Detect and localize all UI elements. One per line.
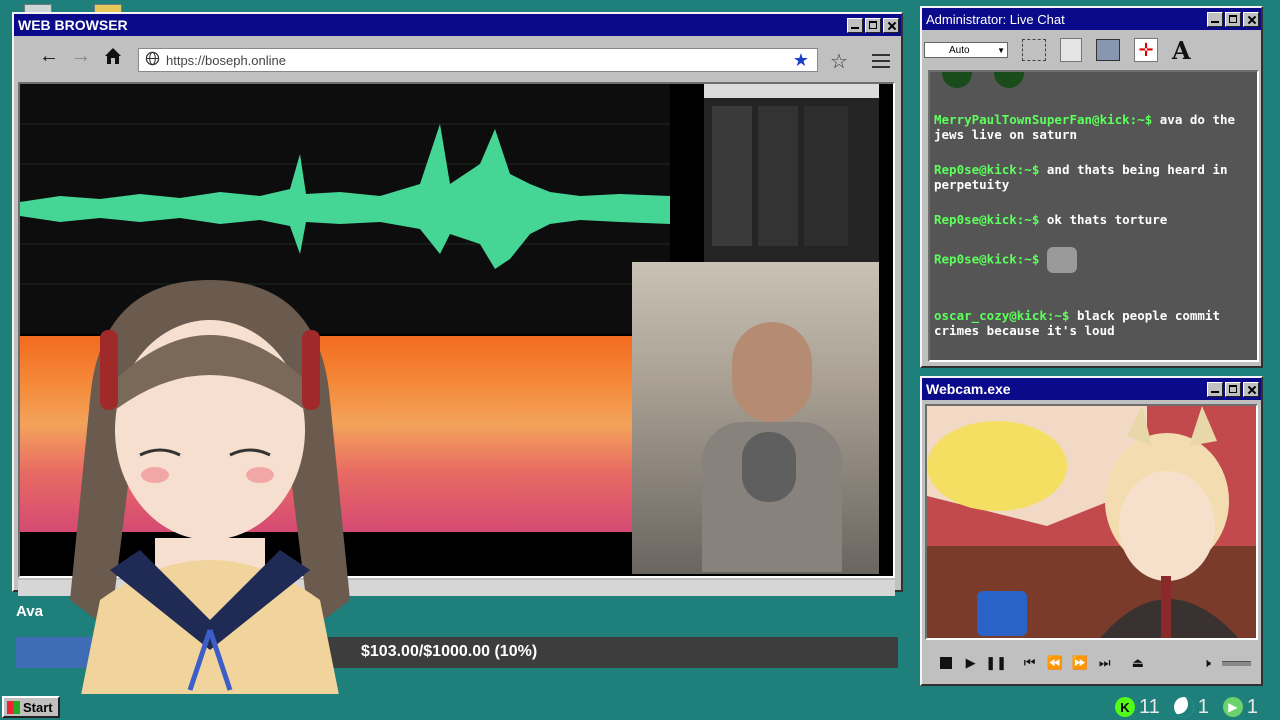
address-bar[interactable]: https://boseph.online ★	[138, 48, 818, 72]
home-icon[interactable]	[100, 44, 126, 68]
close-button[interactable]	[1243, 381, 1259, 397]
chat-titlebar[interactable]: Administrator: Live Chat	[922, 8, 1261, 30]
globe-icon	[145, 51, 160, 69]
chat-message: oscar_cozy@kick:~$ black people commit c…	[934, 308, 1220, 338]
paste-icon[interactable]	[1096, 39, 1120, 61]
chat-log[interactable]: MerryPaulTownSuperFan@kick:~$ ava do the…	[928, 70, 1259, 362]
chat-emote-row	[930, 72, 1257, 112]
url-text: https://boseph.online	[166, 52, 286, 68]
cat-emote	[1046, 247, 1077, 273]
maximize-button[interactable]	[1225, 11, 1241, 27]
kick-icon[interactable]: K	[1114, 697, 1135, 717]
minimize-button[interactable]	[847, 17, 863, 33]
chat-window: Administrator: Live Chat Auto ▼ ✛ A Merr…	[920, 6, 1263, 368]
chat-message: Rep0se@kick:~$ and thats being heard in …	[934, 162, 1228, 192]
browser-titlebar[interactable]: WEB BROWSER	[14, 14, 901, 36]
menu-icon[interactable]	[872, 54, 890, 68]
minimize-button[interactable]	[1207, 381, 1223, 397]
taskbar: Start	[0, 694, 1280, 720]
pause-icon[interactable]: ❚❚	[985, 653, 1007, 673]
eject-icon[interactable]: ⏏	[1128, 653, 1147, 673]
media-controls: ▶ ❚❚ ⏮ ⏪ ⏩ ⏭ ⏏ 🕨	[936, 652, 1251, 674]
windows-logo-icon	[7, 700, 20, 714]
donation-goal-text: $103.00/$1000.00 (10%)	[361, 643, 538, 660]
chat-toolbar: Auto ▼ ✛ A	[924, 34, 1259, 66]
chat-message: Rep0se@kick:~$	[934, 247, 1253, 273]
stop-icon[interactable]	[936, 653, 955, 673]
close-button[interactable]	[883, 17, 899, 33]
skip-previous-icon[interactable]: ⏮	[1020, 653, 1039, 673]
webcam-video	[925, 404, 1258, 640]
play-icon[interactable]: ▶	[1222, 697, 1243, 717]
back-arrow-icon[interactable]: ←	[36, 44, 62, 68]
chat-message: MerryPaulTownSuperFan@kick:~$ ava do the…	[934, 112, 1236, 142]
minimize-button[interactable]	[1207, 11, 1223, 27]
tray-count: 1	[1197, 695, 1209, 718]
rewind-icon[interactable]: ⏪	[1045, 653, 1064, 673]
vtuber-avatar	[60, 270, 360, 700]
webcam-window: Webcam.exe ▶ ❚❚ ⏮ ⏪ ⏩ ⏭ ⏏ 🕨	[920, 376, 1263, 686]
maximize-button[interactable]	[1225, 381, 1241, 397]
volume-icon[interactable]: 🕨	[1197, 653, 1216, 673]
tray-count: 1	[1246, 695, 1258, 718]
webcam-titlebar[interactable]: Webcam.exe	[922, 378, 1261, 400]
maximize-button[interactable]	[865, 17, 881, 33]
moon-icon[interactable]	[1173, 697, 1194, 717]
move-icon[interactable]: ✛	[1134, 38, 1158, 62]
host-camera-feed	[632, 262, 879, 574]
copy-icon[interactable]	[1060, 38, 1082, 62]
select-icon[interactable]	[1022, 39, 1046, 61]
start-button[interactable]: Start	[2, 696, 60, 718]
bookmark-star-filled-icon[interactable]: ★	[793, 50, 809, 71]
chat-message: Rep0se@kick:~$ ok thats torture	[934, 212, 1168, 227]
chevron-down-icon: ▼	[997, 45, 1005, 55]
close-button[interactable]	[1243, 11, 1259, 27]
webcam-title: Webcam.exe	[926, 381, 1011, 397]
streamer-name-label: Ava	[16, 603, 43, 620]
skip-next-icon[interactable]: ⏭	[1095, 653, 1114, 673]
font-icon[interactable]: A	[1172, 36, 1191, 65]
mixer-plugin-panel	[704, 84, 879, 264]
bookmark-star-outline-icon[interactable]: ☆	[830, 49, 848, 74]
fast-forward-icon[interactable]: ⏩	[1070, 653, 1089, 673]
tray-count: 11	[1138, 695, 1160, 718]
browser-title: WEB BROWSER	[18, 17, 128, 33]
play-icon[interactable]: ▶	[961, 653, 980, 673]
host-person	[702, 322, 842, 572]
volume-slider[interactable]	[1222, 660, 1251, 666]
forward-arrow-icon[interactable]: →	[68, 44, 94, 68]
system-tray: K 11 1 ▶ 1	[1114, 694, 1280, 720]
chat-title: Administrator: Live Chat	[926, 11, 1065, 27]
font-size-select[interactable]: Auto ▼	[924, 42, 1008, 58]
